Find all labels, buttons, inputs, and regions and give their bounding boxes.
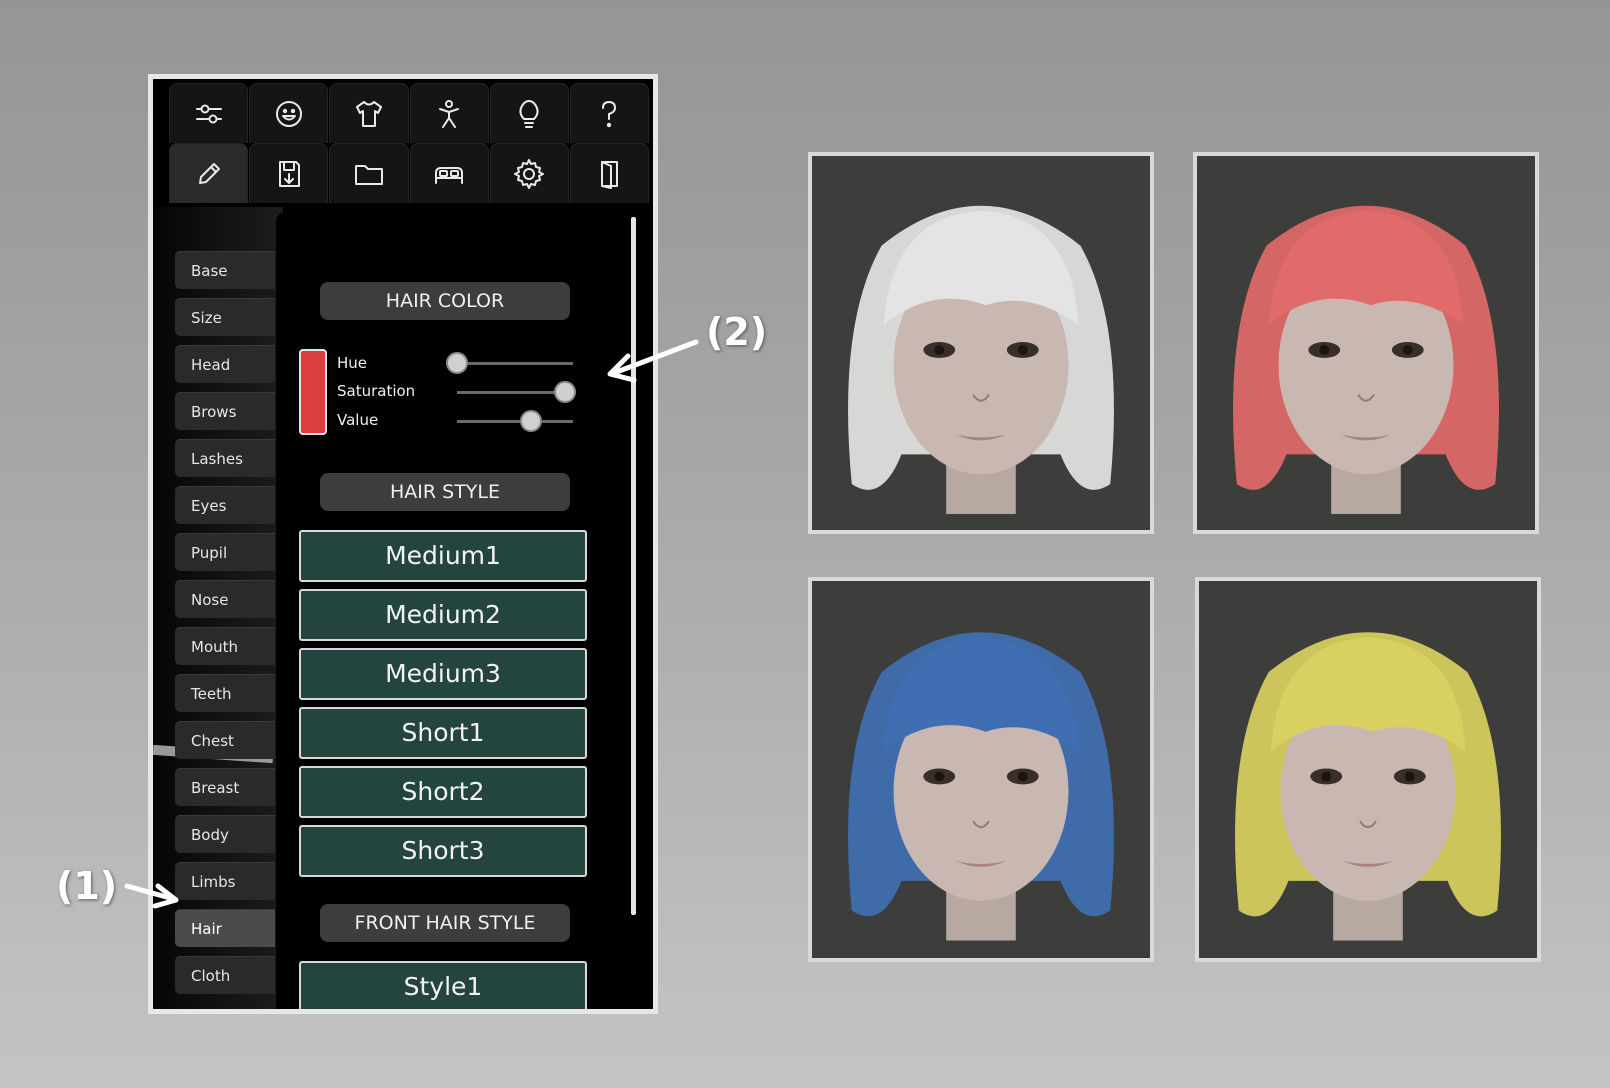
tshirt-icon bbox=[355, 100, 382, 127]
hair-style-option[interactable]: Medium1 bbox=[299, 530, 587, 582]
category-size[interactable]: Size bbox=[175, 298, 275, 336]
help-icon bbox=[602, 100, 617, 127]
preview-yellow-hair bbox=[1195, 577, 1541, 962]
save-tool-button[interactable] bbox=[249, 143, 329, 203]
hair-color-header: HAIR COLOR bbox=[320, 282, 570, 320]
help-tool-button[interactable] bbox=[569, 83, 650, 143]
category-mouth[interactable]: Mouth bbox=[175, 627, 275, 665]
value-slider[interactable] bbox=[457, 410, 573, 432]
settings-tool-button[interactable] bbox=[489, 143, 569, 203]
hair-style-option[interactable]: Short2 bbox=[299, 766, 587, 818]
front-hair-style-option[interactable]: Style1 bbox=[299, 961, 587, 1009]
saturation-slider[interactable] bbox=[457, 381, 576, 403]
preview-blue-hair bbox=[808, 577, 1154, 962]
lightbulb-icon bbox=[519, 99, 539, 128]
smiley-icon bbox=[275, 100, 302, 127]
scrollbar[interactable] bbox=[631, 217, 636, 915]
saturation-slider-thumb[interactable] bbox=[553, 381, 576, 403]
lighting-tool-button[interactable] bbox=[489, 83, 569, 143]
category-lashes[interactable]: Lashes bbox=[175, 439, 275, 477]
clothing-tool-button[interactable] bbox=[329, 83, 409, 143]
hair-style-header: HAIR STYLE bbox=[320, 473, 570, 511]
category-cloth[interactable]: Cloth bbox=[175, 956, 275, 994]
callout-1: (1) bbox=[56, 864, 118, 908]
hair-style-option[interactable]: Short1 bbox=[299, 707, 587, 759]
category-eyes[interactable]: Eyes bbox=[175, 486, 275, 524]
category-breast[interactable]: Breast bbox=[175, 768, 275, 806]
sliders-icon bbox=[195, 104, 222, 123]
callout-2-arrow-icon bbox=[607, 339, 699, 383]
pose-tool-button[interactable] bbox=[409, 83, 489, 143]
callout-2: (2) bbox=[706, 310, 768, 354]
character-face-image bbox=[812, 582, 1150, 957]
save-icon bbox=[278, 160, 300, 187]
hue-slider[interactable] bbox=[446, 352, 573, 374]
sliders-tool-button[interactable] bbox=[169, 83, 249, 143]
hue-slider-thumb[interactable] bbox=[446, 352, 468, 374]
pencil-icon bbox=[198, 162, 220, 184]
callout-1-arrow-icon bbox=[124, 883, 179, 909]
category-base[interactable]: Base bbox=[175, 251, 275, 289]
front-hair-style-header: FRONT HAIR STYLE bbox=[320, 904, 570, 942]
character-editor-panel: Base Size Head Brows Lashes Eyes Pupil Nose Mout… bbox=[148, 74, 658, 1014]
category-hair[interactable]: Hair bbox=[175, 909, 275, 947]
hair-color-swatch bbox=[299, 349, 327, 435]
hue-label: Hue bbox=[337, 354, 368, 372]
bed-icon bbox=[435, 166, 464, 184]
gear-icon bbox=[514, 158, 545, 189]
category-chest[interactable]: Chest bbox=[175, 721, 275, 759]
preview-red-hair bbox=[1193, 152, 1539, 534]
category-list: Base Size Head Brows Lashes Eyes Pupil Nose Mout… bbox=[175, 251, 275, 1003]
character-face-image bbox=[1199, 582, 1537, 957]
folder-icon bbox=[354, 164, 383, 185]
door-icon bbox=[601, 160, 619, 189]
category-body[interactable]: Body bbox=[175, 815, 275, 853]
saturation-label: Saturation bbox=[337, 382, 416, 400]
top-toolbar-row1 bbox=[169, 83, 650, 143]
category-pupil[interactable]: Pupil bbox=[175, 533, 275, 571]
face-tool-button[interactable] bbox=[249, 83, 329, 143]
hair-style-option[interactable]: Medium3 bbox=[299, 648, 587, 700]
load-tool-button[interactable] bbox=[329, 143, 409, 203]
person-icon bbox=[439, 99, 460, 128]
category-nose[interactable]: Nose bbox=[175, 580, 275, 618]
top-toolbar-row2 bbox=[169, 143, 650, 203]
character-face-image bbox=[1197, 156, 1535, 530]
scene-tool-button[interactable] bbox=[409, 143, 489, 203]
category-limbs[interactable]: Limbs bbox=[175, 862, 275, 900]
exit-tool-button[interactable] bbox=[569, 143, 650, 203]
character-face-image bbox=[812, 156, 1150, 530]
category-brows[interactable]: Brows bbox=[175, 392, 275, 430]
category-head[interactable]: Head bbox=[175, 345, 275, 383]
edit-tool-button[interactable] bbox=[169, 143, 249, 203]
hair-style-option[interactable]: Short3 bbox=[299, 825, 587, 877]
value-label: Value bbox=[337, 411, 379, 429]
category-teeth[interactable]: Teeth bbox=[175, 674, 275, 712]
hair-style-option[interactable]: Medium2 bbox=[299, 589, 587, 641]
preview-white-hair bbox=[808, 152, 1154, 534]
